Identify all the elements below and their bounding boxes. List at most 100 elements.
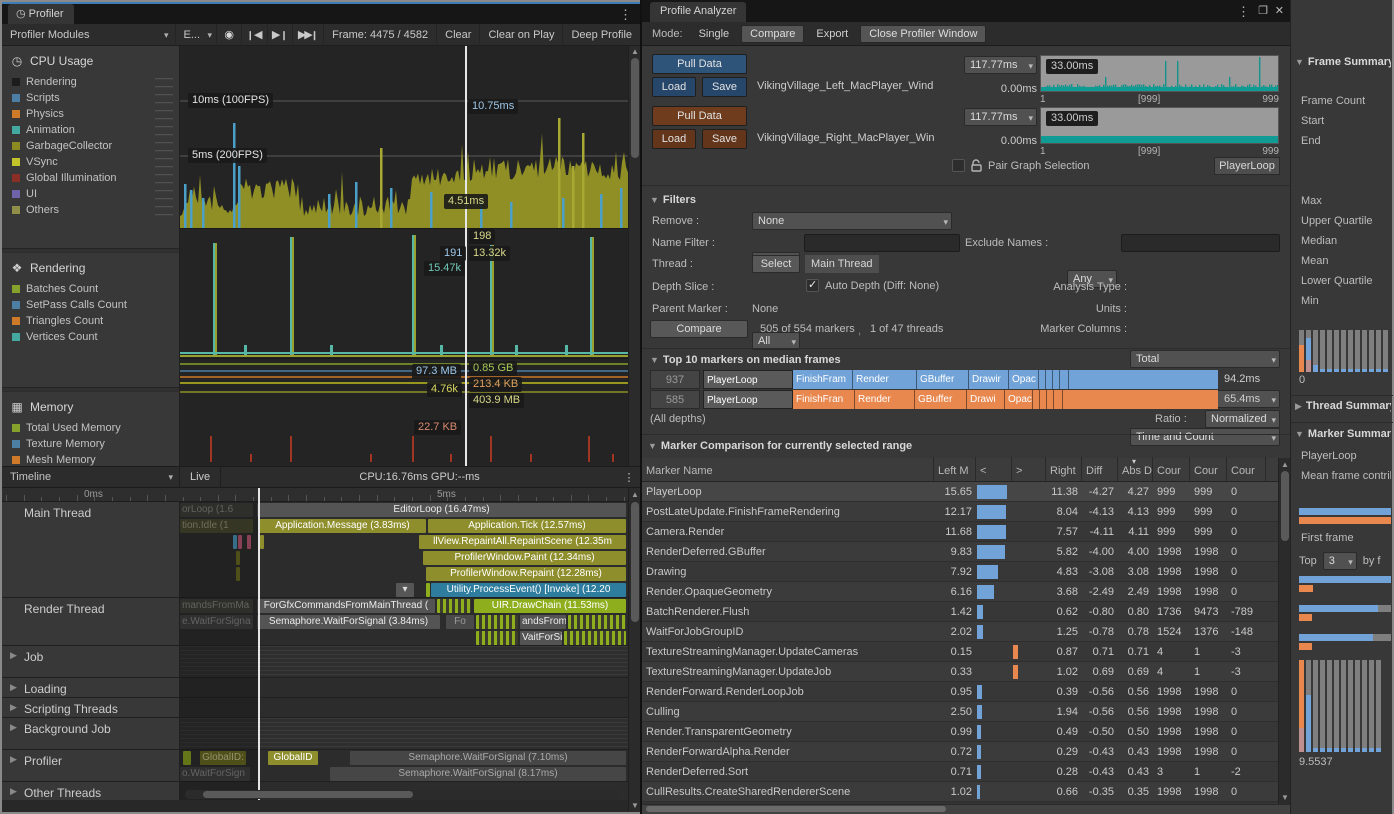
table-horizontal-scrollbar[interactable] (642, 804, 1292, 814)
timeline-bar[interactable] (426, 583, 430, 597)
top10-marker-segment[interactable] (1054, 390, 1063, 409)
module-item[interactable]: Others———— (2, 202, 179, 218)
top10-marker-segment[interactable] (1040, 390, 1047, 409)
top-n-dropdown[interactable]: 3 (1323, 552, 1357, 570)
module-item[interactable]: UI———— (2, 186, 179, 202)
top10-marker-segment[interactable]: Drawi (967, 390, 1005, 409)
timeline-menu-icon[interactable]: ⋮ (618, 471, 640, 484)
thread-label[interactable]: ▶Background Job (2, 718, 180, 749)
marker-row[interactable]: PlayerLoop15.6511.38-4.274.279999990 (642, 482, 1280, 502)
drag-handle-icon[interactable]: ———— (155, 170, 173, 186)
filters-header[interactable]: ▼Filters (650, 194, 696, 206)
marker-summary-histogram[interactable] (1299, 660, 1381, 752)
marker-row[interactable]: Render.TransparentGeometry0.990.49-0.500… (642, 722, 1280, 742)
column-header-6[interactable]: Abs D▾ (1118, 457, 1153, 481)
module-item[interactable]: Vertices Count (2, 329, 179, 345)
top10-marker-segment[interactable]: FinishFram (793, 370, 853, 389)
timeline-bar[interactable] (476, 631, 518, 645)
timeline-bar[interactable]: ▾ (396, 583, 414, 597)
analyzer-menu-icon[interactable]: ⋮ (1237, 4, 1250, 20)
compare-button[interactable]: Compare (650, 320, 748, 338)
record-button[interactable]: ◉ (217, 24, 242, 46)
table-vertical-scrollbar[interactable]: ▲ ▼ (1278, 458, 1290, 804)
drag-handle-icon[interactable]: ———— (155, 138, 173, 154)
module-item[interactable]: Animation———— (2, 122, 179, 138)
load-button[interactable]: Load (652, 129, 696, 149)
timeline-bar[interactable]: Fo (446, 615, 474, 629)
module-header-memory[interactable]: ▦Memory (2, 392, 179, 420)
profiler-menu-icon[interactable]: ⋮ (619, 7, 632, 23)
save-button[interactable]: Save (702, 129, 747, 149)
module-item[interactable]: SetPass Calls Count (2, 297, 179, 313)
deep-profile-button[interactable]: Deep Profile (563, 24, 640, 46)
thread-label[interactable]: ▶Job (2, 646, 180, 677)
timeline-bar[interactable]: VaitForSig (520, 631, 562, 645)
column-header-2[interactable]: < (976, 457, 1012, 481)
timeline-bar[interactable]: EditorLoop (16.47ms) (257, 503, 626, 517)
tab-profile-analyzer[interactable]: Profile Analyzer (650, 2, 746, 22)
timeline-bar[interactable] (476, 615, 518, 629)
column-header-3[interactable]: > (1012, 457, 1046, 481)
frame-time-graph[interactable]: 33.00ms (1040, 55, 1279, 92)
median-frame-index[interactable]: 585 (650, 390, 700, 409)
timeline-bar[interactable]: Utility.ProcessEvent() [Invoke] (12.20 (431, 583, 626, 597)
marker-summary-header[interactable]: ▼Marker Summary (1295, 428, 1391, 440)
timeline-bar[interactable]: UIR.DrawChain (11.53ms) (474, 599, 626, 613)
marker-row[interactable]: RenderForwardAlpha.Render0.720.29-0.430.… (642, 742, 1280, 762)
last-frame-button[interactable]: ▶▶❙ (293, 24, 324, 46)
close-icon[interactable]: ✕ (1275, 4, 1284, 17)
prev-frame-button[interactable]: ❙◀ (242, 24, 267, 46)
column-header-1[interactable]: Left M (934, 457, 976, 481)
timeline-body[interactable]: 0ms5msorLoop (1.6EditorLoop (16.47ms)tio… (2, 488, 628, 800)
marker-row[interactable]: RenderForward.RenderLoopJob0.950.39-0.56… (642, 682, 1280, 702)
timeline-bar[interactable] (437, 599, 471, 613)
top10-row[interactable]: 937PlayerLoopFinishFramRenderGBufferDraw… (642, 370, 1292, 389)
marker-row[interactable]: Culling2.501.94-0.560.56199819980 (642, 702, 1280, 722)
timeline-scroll-thumb[interactable] (631, 502, 639, 622)
thread-label[interactable]: Main Thread (2, 502, 180, 597)
pull-data-button[interactable]: Pull Data (652, 106, 747, 126)
timeline-bar[interactable]: ForGfxCommandsFromMainThread ( (257, 599, 435, 613)
module-item[interactable]: Physics———— (2, 106, 179, 122)
marker-row[interactable]: CullResults.CreateSharedRendererScene1.0… (642, 782, 1280, 802)
frame-summary-header[interactable]: ▼Frame Summary (1295, 56, 1391, 68)
thread-label[interactable]: ▶Scripting Threads (2, 698, 180, 717)
column-header-7[interactable]: Cour (1153, 457, 1190, 481)
top10-row[interactable]: 585PlayerLoopFinishFranRenderGBufferDraw… (642, 390, 1292, 409)
drag-handle-icon[interactable]: ———— (155, 90, 173, 106)
marker-row[interactable]: WaitForJobGroupID2.021.25-0.780.78152413… (642, 622, 1280, 642)
maximize-icon[interactable]: ❐ (1258, 4, 1268, 17)
marker-row[interactable]: PostLateUpdate.FinishFrameRendering12.17… (642, 502, 1280, 522)
top10-marker-segment[interactable] (1033, 390, 1040, 409)
comparison-header[interactable]: ▼Marker Comparison for currently selecte… (642, 434, 1292, 458)
drag-handle-icon[interactable]: ———— (155, 202, 173, 218)
median-frame-index[interactable]: 937 (650, 370, 700, 389)
range-dropdown[interactable]: 117.77ms (964, 108, 1037, 126)
drag-handle-icon[interactable]: ———— (155, 74, 173, 90)
chart-scroll-thumb[interactable] (631, 58, 639, 158)
name-filter-input[interactable] (804, 234, 960, 252)
top10-marker-segment[interactable] (1039, 370, 1046, 389)
timeline-bar[interactable]: andsFrom (520, 615, 566, 629)
marker-row[interactable]: Render.OpaqueGeometry6.163.68-2.492.4919… (642, 582, 1280, 602)
timeline-bar[interactable]: ProfilerWindow.Paint (12.34ms) (423, 551, 626, 565)
column-header-4[interactable]: Right (1046, 457, 1082, 481)
top10-marker-segment[interactable] (1046, 370, 1053, 389)
top10-marker-segment[interactable]: Render (855, 390, 915, 409)
drag-handle-icon[interactable]: ———— (155, 154, 173, 170)
top10-marker-segment[interactable]: Drawir (969, 370, 1009, 389)
top10-marker-segment[interactable]: Render (853, 370, 917, 389)
top10-marker-segment[interactable]: FinishFran (793, 390, 855, 409)
drag-handle-icon[interactable]: ———— (155, 186, 173, 202)
thread-label[interactable]: Render Thread (2, 598, 180, 645)
marker-row[interactable]: TextureStreamingManager.UpdateJob0.331.0… (642, 662, 1280, 682)
module-item[interactable]: Triangles Count (2, 313, 179, 329)
module-item[interactable]: Scripts———— (2, 90, 179, 106)
profiler-modules-dropdown[interactable]: Profiler Modules ▾ (2, 24, 176, 46)
drag-handle-icon[interactable]: ———— (155, 106, 173, 122)
selected-marker-button[interactable]: PlayerLoop (1214, 157, 1280, 175)
column-header-8[interactable]: Cour (1190, 457, 1227, 481)
timeline-bar[interactable]: ProfilerWindow.Repaint (12.28ms) (426, 567, 626, 581)
top10-marker-segment[interactable]: PlayerLoop (703, 390, 793, 409)
timeline-horizontal-scrollbar[interactable] (185, 790, 619, 799)
